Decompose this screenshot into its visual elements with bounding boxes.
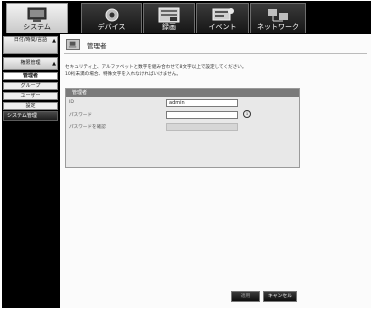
sidebar-item-settings[interactable]: 設定 [3,102,58,110]
sidebar-item-rights[interactable]: 権限管理 ▲ [3,57,58,70]
sidebar-item-system-management[interactable]: システム管理 [3,111,58,121]
confirm-password-field[interactable] [166,123,238,131]
page-title: 管理者 [87,42,107,50]
administrator-icon [66,39,80,50]
sidebar-item-user[interactable]: ユーザー [3,92,58,100]
tab-device[interactable]: デバイス [81,3,142,33]
sidebar-item-administrator[interactable]: 管理者 [3,72,58,80]
id-label: ID [69,100,74,105]
password-label: パスワード [69,113,92,118]
tab-network-label: ネットワーク [257,23,299,31]
tab-recording[interactable]: 録画 [143,3,195,33]
tab-network[interactable]: ネットワーク [250,3,306,33]
id-row: ID admin [66,98,299,108]
system-monitor-icon [27,7,47,22]
cancel-button[interactable]: キャンセル [263,291,297,302]
sidebar-item-label: ユーザー [20,93,41,99]
apply-button[interactable]: 適用 [231,291,260,302]
confirm-password-row: パスワードを確認 [66,122,299,132]
info-icon[interactable]: i [243,110,251,118]
id-field[interactable]: admin [166,99,238,107]
event-icon [212,8,234,21]
sidebar-item-label: 管理者 [22,73,38,79]
password-field[interactable] [166,111,238,119]
app-frame: システム デバイス 録画 イベント ネットワーク 日付/時間/言語 ▲ 権限管理… [2,1,371,308]
password-row: パスワード i [66,110,299,120]
tab-system-label: システム [23,23,51,31]
tab-device-label: デバイス [97,23,126,31]
recording-icon [158,7,180,23]
tab-system[interactable]: システム [6,3,68,33]
camera-icon [105,8,118,22]
main-panel: 管理者 セキュリティ上、アルファベットと数字を組み合わせて8文字以上で設定してく… [60,34,371,308]
security-note-line1: セキュリティ上、アルファベットと数字を組み合わせて8文字以上で設定してください。 [65,65,247,70]
sidebar-item-date-time[interactable]: 日付/時間/言語 ▲ [3,36,58,54]
security-note-line2: 10桁未満の場合、特殊文字を入れなければいけません。 [65,72,181,77]
sidebar-item-label: グループ [20,83,41,89]
top-menu-bar: システム デバイス 録画 イベント ネットワーク [2,1,371,34]
collapse-arrow-icon: ▲ [52,38,56,44]
sidebar-item-label: システム管理 [7,113,37,119]
sidebar: 日付/時間/言語 ▲ 権限管理 ▲ 管理者 グループ ユーザー 設定 システム管… [2,34,59,308]
collapse-arrow-icon: ▲ [52,61,56,67]
tab-recording-label: 録画 [162,23,176,31]
form-header: 管理者 [66,89,299,97]
sidebar-item-label: 権限管理 [20,60,41,66]
administrator-form: 管理者 ID admin パスワード i パスワードを確認 [65,88,300,168]
sidebar-item-label: 日付/時間/言語 [13,37,48,43]
title-divider [64,53,367,54]
tab-event[interactable]: イベント [196,3,249,33]
sidebar-item-label: 設定 [25,103,36,109]
sidebar-item-group[interactable]: グループ [3,82,58,90]
tab-event-label: イベント [208,23,237,31]
network-icon [268,9,288,22]
confirm-password-label: パスワードを確認 [69,125,106,130]
